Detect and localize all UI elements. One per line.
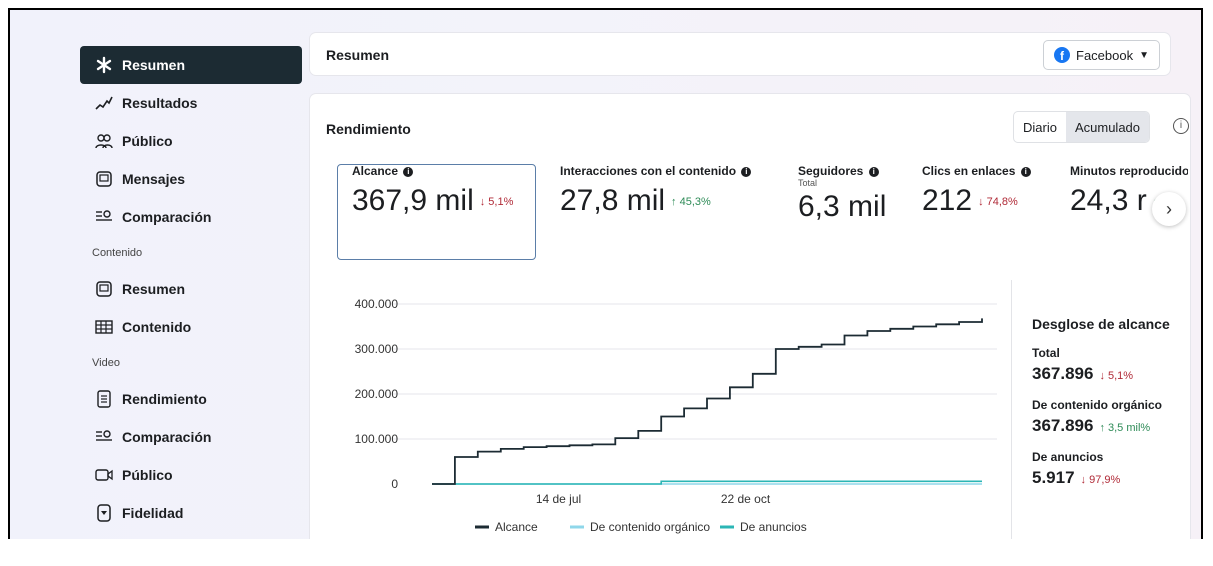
- legend-label: Alcance: [495, 520, 538, 534]
- reach-breakdown: Desglose de alcance Total 367.896 ↓ 5,1% …: [1032, 316, 1192, 488]
- sidebar-item-label: Resultados: [122, 95, 198, 111]
- breakdown-label-organico: De contenido orgánico: [1032, 398, 1163, 412]
- app-frame: Resumen Resultados Público Mensajes Comp…: [8, 8, 1203, 539]
- header-card: Resumen f Facebook ▼: [310, 33, 1170, 75]
- facebook-icon: f: [1054, 47, 1070, 63]
- sidebar-item-publico[interactable]: Público: [80, 122, 302, 160]
- shield-icon: [92, 504, 116, 522]
- caret-down-icon: ▼: [1139, 49, 1149, 61]
- sidebar-item-fidelidad[interactable]: Fidelidad: [80, 494, 302, 532]
- sidebar-item-contenido-resumen[interactable]: Resumen: [80, 270, 302, 308]
- breakdown-title: Desglose de alcance: [1032, 316, 1170, 332]
- sidebar-item-comparacion[interactable]: Comparación: [80, 198, 302, 236]
- inbox-icon: [92, 171, 116, 187]
- x-tick-label: 22 de oct: [721, 492, 771, 506]
- breakdown-label-anuncios: De anuncios: [1032, 450, 1104, 464]
- platform-select[interactable]: f Facebook ▼: [1043, 40, 1160, 70]
- info-icon: i: [1020, 166, 1031, 177]
- sidebar-item-label: Rendimiento: [122, 391, 207, 407]
- sidebar-item-video-publico[interactable]: Público: [80, 456, 302, 494]
- sidebar-item-label: Comparación: [122, 209, 212, 225]
- platform-label: Facebook: [1076, 47, 1134, 63]
- sidebar-item-label: Fidelidad: [122, 505, 184, 521]
- breakdown-delta-total: ↓ 5,1%: [1099, 370, 1134, 382]
- sidebar-item-resumen[interactable]: Resumen: [80, 46, 302, 84]
- inbox-icon: [92, 281, 116, 297]
- sidebar-item-label: Público: [122, 467, 173, 483]
- people-icon: [92, 133, 116, 149]
- section-label-video: Video: [92, 357, 120, 369]
- sidebar-item-label: Mensajes: [122, 171, 186, 187]
- sidebar-item-label: Público: [122, 133, 173, 149]
- next-metrics-button[interactable]: ›: [1152, 192, 1186, 226]
- series-line-alcance: [432, 318, 983, 485]
- breakdown-label-total: Total: [1032, 346, 1060, 360]
- y-tick-label: 400.000: [355, 297, 399, 311]
- view-toggle: Diario Acumulado: [1013, 111, 1151, 143]
- breakdown-value-organico: 367.896: [1032, 416, 1094, 435]
- y-tick-label: 200.000: [355, 387, 399, 401]
- legend-label: De anuncios: [740, 520, 807, 534]
- performance-card: Rendimiento Diario Acumulado i Alcance i…: [310, 94, 1190, 539]
- metric-value: 24,3 r: [1070, 184, 1147, 217]
- sidebar-item-mensajes[interactable]: Mensajes: [80, 160, 302, 198]
- divider: [1011, 280, 1012, 539]
- asterisk-icon: [92, 56, 116, 74]
- sidebar-item-rendimiento[interactable]: Rendimiento: [80, 380, 302, 418]
- table-icon: [92, 319, 116, 335]
- breakdown-delta-anuncios: ↓ 97,9%: [1080, 474, 1121, 486]
- x-tick-label: 14 de jul: [536, 492, 581, 506]
- video-icon: [92, 467, 116, 483]
- sidebar-item-contenido[interactable]: Contenido: [80, 308, 302, 346]
- reach-line-chart: 400.000 300.000 200.000 100.000 0 14 de jul 22…: [355, 297, 997, 534]
- compare-icon: [92, 429, 116, 445]
- sidebar-item-label: Comparación: [122, 429, 212, 445]
- metric-label: Minutos reproducido: [1070, 164, 1188, 178]
- legend-label: De contenido orgánico: [590, 520, 710, 534]
- sidebar: Resumen Resultados Público Mensajes Comp…: [80, 46, 302, 532]
- y-tick-label: 300.000: [355, 342, 399, 356]
- breakdown-value-anuncios: 5.917: [1032, 468, 1075, 487]
- toggle-acumulado[interactable]: Acumulado: [1065, 112, 1150, 142]
- sidebar-item-resultados[interactable]: Resultados: [80, 84, 302, 122]
- chevron-right-icon: ›: [1166, 198, 1172, 219]
- sidebar-item-label: Resumen: [122, 57, 186, 73]
- page-title: Resumen: [326, 47, 390, 63]
- sidebar-item-label: Contenido: [122, 319, 192, 335]
- breakdown-delta-organico: ↑ 3,5 mil%: [1099, 422, 1151, 434]
- info-icon[interactable]: i: [1173, 118, 1189, 134]
- breakdown-value-total: 367.896: [1032, 364, 1094, 383]
- trend-icon: [92, 95, 116, 111]
- y-tick-label: 0: [391, 477, 398, 491]
- compare-icon: [92, 209, 116, 225]
- sidebar-item-label: Resumen: [122, 281, 186, 297]
- section-label-contenido: Contenido: [92, 247, 143, 259]
- toggle-diario[interactable]: Diario: [1014, 112, 1066, 142]
- sidebar-item-video-comparacion[interactable]: Comparación: [80, 418, 302, 456]
- doc-icon: [92, 390, 116, 408]
- y-tick-label: 100.000: [355, 432, 399, 446]
